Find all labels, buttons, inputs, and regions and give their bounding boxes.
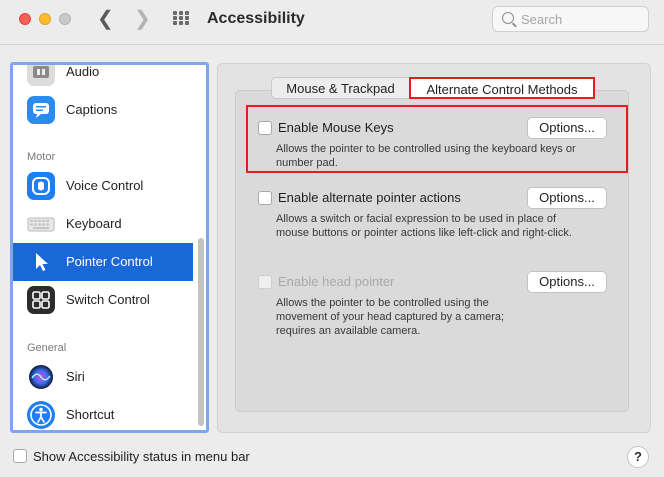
voice-control-icon (27, 172, 55, 200)
titlebar: ❮ ❯ Accessibility (0, 0, 664, 45)
pointer-control-icon (27, 248, 55, 276)
tab-alternate-control-methods[interactable]: Alternate Control Methods (409, 77, 595, 99)
sidebar-item-label: Audio (66, 64, 100, 79)
mouse-keys-description: Allows the pointer to be controlled usin… (276, 143, 576, 169)
search-field[interactable] (492, 6, 649, 32)
close-window-button[interactable] (19, 13, 31, 25)
alternate-pointer-label: Enable alternate pointer actions (278, 190, 461, 205)
sidebar-item-label: Keyboard (66, 216, 122, 231)
sidebar-item-captions[interactable]: Captions (13, 91, 193, 129)
search-input[interactable] (521, 11, 641, 27)
alternate-pointer-checkbox[interactable] (258, 191, 272, 205)
sidebar-item-label: Voice Control (66, 178, 144, 193)
show-status-checkbox[interactable] (13, 449, 27, 463)
alternate-pointer-description: Allows a switch or facial expression to … (276, 213, 572, 239)
sidebar-item-siri[interactable]: Siri (13, 358, 193, 396)
head-pointer-description: Allows the pointer to be controlled usin… (276, 297, 505, 337)
mouse-keys-options-button[interactable]: Options... (527, 117, 607, 139)
sidebar-scroll-thumb[interactable] (198, 238, 204, 426)
sidebar-item-label: Shortcut (66, 407, 115, 422)
captions-icon (27, 96, 55, 124)
tab-mouse-trackpad[interactable]: Mouse & Trackpad (271, 77, 409, 99)
sidebar-item-label: Captions (66, 102, 118, 117)
forward-icon[interactable]: ❯ (134, 8, 151, 30)
shortcut-icon (27, 401, 55, 429)
head-pointer-checkbox[interactable] (258, 275, 272, 289)
section-header-general: General (27, 342, 67, 354)
minimize-window-button[interactable] (39, 13, 51, 25)
head-pointer-label: Enable head pointer (278, 274, 395, 289)
help-button[interactable]: ? (627, 446, 649, 468)
switch-control-icon (27, 286, 55, 314)
zoom-window-button[interactable] (59, 13, 71, 25)
sidebar-item-keyboard[interactable]: Keyboard (13, 205, 193, 243)
mouse-keys-checkbox[interactable] (258, 121, 272, 135)
sidebar-item-label: Switch Control (66, 292, 150, 307)
back-icon[interactable]: ❮ (97, 8, 114, 30)
sidebar-item-label: Pointer Control (66, 254, 153, 269)
sidebar-item-audio[interactable]: Audio (13, 64, 193, 91)
mouse-keys-label: Enable Mouse Keys (278, 120, 394, 135)
audio-icon (27, 65, 55, 86)
siri-icon (27, 363, 55, 391)
search-icon (502, 12, 514, 24)
sidebar-item-pointer-control[interactable]: Pointer Control (13, 243, 193, 281)
sidebar-item-label: Siri (66, 369, 85, 384)
sidebar-item-voice-control[interactable]: Voice Control (13, 167, 193, 205)
alternate-pointer-options-button[interactable]: Options... (527, 187, 607, 209)
show-all-grid-icon[interactable] (173, 11, 191, 25)
show-status-label: Show Accessibility status in menu bar (33, 449, 250, 464)
head-pointer-options-button[interactable]: Options... (527, 271, 607, 293)
sidebar-item-switch-control[interactable]: Switch Control (13, 281, 193, 319)
section-header-motor: Motor (27, 151, 56, 163)
sidebar: Audio Captions Motor Voice Control Keybo… (10, 62, 209, 433)
keyboard-icon (27, 210, 55, 238)
sidebar-item-shortcut[interactable]: Shortcut (13, 396, 193, 430)
window-title: Accessibility (207, 10, 305, 27)
